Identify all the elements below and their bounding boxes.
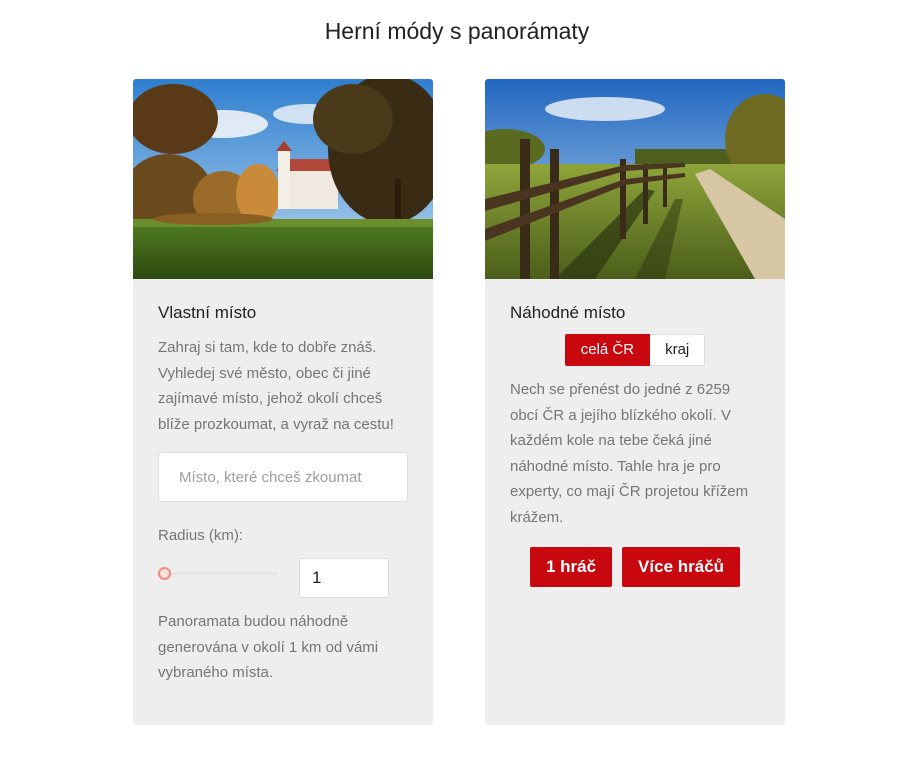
region-option-whole-country[interactable]: celá ČR — [564, 334, 651, 366]
place-search-input[interactable] — [158, 452, 408, 502]
page-title: Herní módy s panorámaty — [324, 18, 590, 44]
custom-place-title: Vlastní místo — [158, 303, 257, 322]
single-player-button[interactable]: 1 hráč — [529, 547, 613, 587]
region-toggle: celá ČR kraj — [510, 334, 760, 366]
radius-slider-track[interactable] — [164, 572, 278, 575]
radius-row — [158, 558, 408, 598]
custom-place-description: Zahraj si tam, kde to dobře znáš. Vyhled… — [158, 339, 394, 433]
radius-slider-thumb[interactable] — [158, 567, 171, 580]
wooden-fence-path-image — [485, 79, 785, 279]
region-option-region[interactable]: kraj — [650, 334, 706, 366]
radius-number-input[interactable] — [299, 558, 389, 598]
custom-place-card: Vlastní místo Zahraj si tam, kde to dobř… — [133, 79, 433, 725]
radius-note: Panoramata budou náhodně generována v ok… — [158, 613, 379, 681]
play-buttons: 1 hráč Více hráčů — [510, 547, 760, 587]
multi-player-button[interactable]: Více hráčů — [622, 547, 741, 587]
random-place-title: Náhodné místo — [510, 303, 626, 322]
castle-park-image — [133, 79, 433, 279]
random-place-card: Náhodné místo celá ČR kraj Nech se přené… — [485, 79, 785, 725]
radius-label: Radius (km): — [158, 527, 244, 544]
random-place-description: Nech se přenést do jedné z 6259 obcí ČR … — [510, 381, 749, 526]
